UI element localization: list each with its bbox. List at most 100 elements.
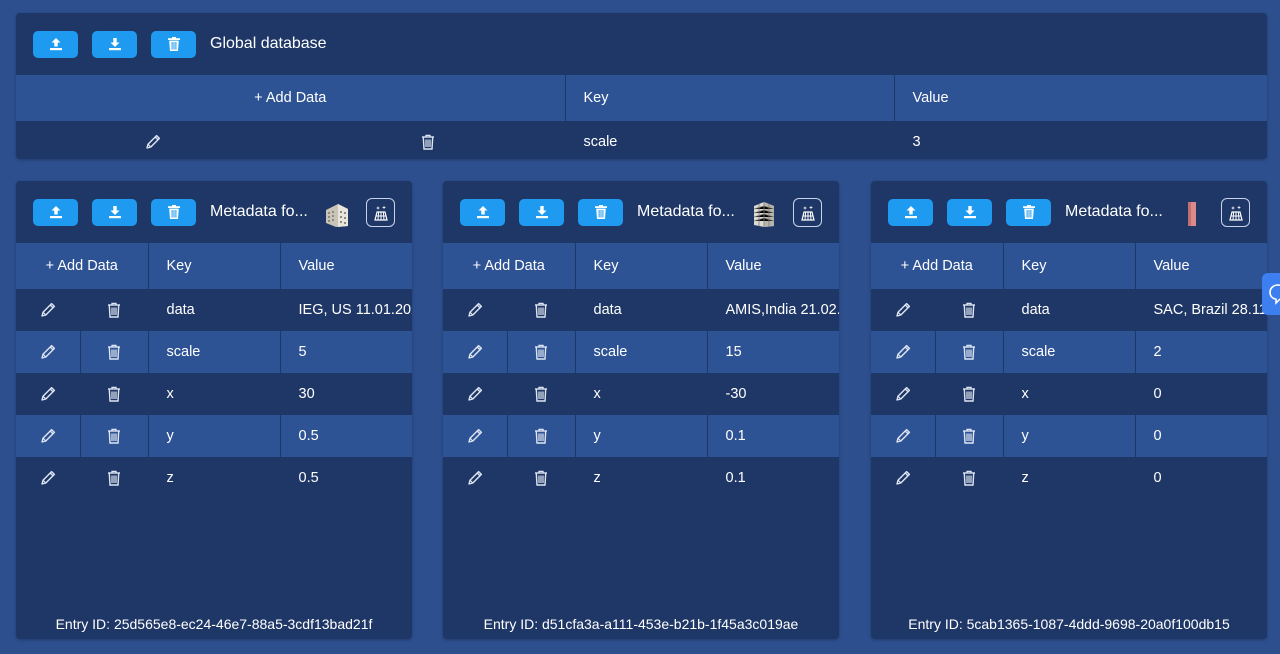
- trash-icon: [532, 301, 550, 319]
- edit-row-button[interactable]: [871, 331, 936, 373]
- edit-row-button[interactable]: [871, 373, 936, 415]
- edit-row-button[interactable]: [16, 331, 81, 373]
- delete-row-button[interactable]: [507, 415, 576, 457]
- table-row: x 30: [16, 373, 412, 415]
- edit-row-button[interactable]: [443, 289, 508, 331]
- pencil-icon: [894, 469, 912, 487]
- delete-all-button[interactable]: [1006, 198, 1051, 226]
- upload-button[interactable]: [888, 198, 933, 226]
- row-key: scale: [148, 331, 281, 373]
- download-icon: [107, 36, 123, 52]
- key-column-header: Key: [575, 243, 708, 289]
- metadata-table: + Add Data Key Value data IEG, US 11.01.…: [16, 243, 412, 499]
- delete-row-button[interactable]: [935, 373, 1004, 415]
- ar-view-button[interactable]: [1221, 198, 1250, 227]
- trash-icon: [593, 204, 609, 220]
- pencil-icon: [466, 343, 484, 361]
- delete-row-button[interactable]: [935, 289, 1004, 331]
- table-row: data IEG, US 11.01.2021: [16, 289, 412, 331]
- column-icon: [1177, 199, 1207, 229]
- row-key: y: [148, 415, 281, 457]
- row-value: 3: [912, 134, 921, 150]
- row-key: z: [1003, 457, 1136, 499]
- pencil-icon: [466, 469, 484, 487]
- ar-view-button[interactable]: [793, 198, 822, 227]
- trash-icon: [532, 385, 550, 403]
- trash-icon: [419, 133, 437, 151]
- trash-icon: [532, 343, 550, 361]
- pencil-icon: [39, 427, 57, 445]
- card-title: Metadata fo...: [210, 203, 308, 220]
- edit-row-button[interactable]: [871, 457, 936, 499]
- edit-row-button[interactable]: [16, 289, 81, 331]
- row-value: AMIS,India 21.02.2021: [725, 302, 840, 318]
- metadata-table: + Add Data Key Value data SAC, Brazil 28…: [871, 243, 1267, 499]
- delete-row-button[interactable]: [507, 289, 576, 331]
- edit-row-button[interactable]: [16, 415, 81, 457]
- value-column-header: Value: [1135, 243, 1267, 289]
- delete-row-button[interactable]: [935, 415, 1004, 457]
- upload-button[interactable]: [33, 198, 78, 226]
- trash-icon: [960, 469, 978, 487]
- delete-row-button[interactable]: [290, 121, 566, 159]
- row-value: 0.1: [725, 470, 746, 486]
- row-key: x: [148, 373, 281, 415]
- trash-icon: [105, 301, 123, 319]
- table-row: y 0.1: [443, 415, 839, 457]
- edit-row-button[interactable]: [16, 121, 291, 159]
- add-data-button[interactable]: + Add Data: [16, 75, 566, 121]
- edit-row-button[interactable]: [871, 289, 936, 331]
- tower-building-icon: [749, 199, 779, 229]
- row-key: z: [148, 457, 281, 499]
- upload-button[interactable]: [460, 198, 505, 226]
- edit-row-button[interactable]: [443, 415, 508, 457]
- download-button[interactable]: [92, 30, 137, 58]
- chat-side-tab[interactable]: [1262, 273, 1280, 315]
- delete-row-button[interactable]: [80, 289, 149, 331]
- key-column-header: Key: [565, 75, 895, 121]
- row-value: 0: [1153, 386, 1162, 402]
- edit-row-button[interactable]: [443, 373, 508, 415]
- delete-all-button[interactable]: [151, 198, 196, 226]
- card-header: Metadata fo...: [16, 181, 412, 243]
- table-row: z 0.5: [16, 457, 412, 499]
- upload-button[interactable]: [33, 30, 78, 58]
- delete-row-button[interactable]: [935, 457, 1004, 499]
- pencil-icon: [39, 301, 57, 319]
- row-key: y: [1003, 415, 1136, 457]
- table-row: y 0: [871, 415, 1267, 457]
- delete-row-button[interactable]: [80, 331, 149, 373]
- ar-view-button[interactable]: [366, 198, 395, 227]
- download-button[interactable]: [92, 198, 137, 226]
- add-data-button[interactable]: + Add Data: [871, 243, 1004, 289]
- edit-row-button[interactable]: [871, 415, 936, 457]
- upload-icon: [475, 204, 491, 220]
- row-value: 0.5: [298, 470, 319, 486]
- delete-row-button[interactable]: [935, 331, 1004, 373]
- delete-row-button[interactable]: [507, 457, 576, 499]
- delete-row-button[interactable]: [80, 373, 149, 415]
- download-button[interactable]: [519, 198, 564, 226]
- add-data-button[interactable]: + Add Data: [443, 243, 576, 289]
- global-panel-header: Global database: [16, 13, 1267, 75]
- row-value: 0.5: [280, 415, 412, 457]
- delete-row-button[interactable]: [80, 457, 149, 499]
- pencil-icon: [144, 133, 162, 151]
- download-button[interactable]: [947, 198, 992, 226]
- trash-icon: [532, 469, 550, 487]
- delete-all-button[interactable]: [578, 198, 623, 226]
- add-data-button[interactable]: + Add Data: [16, 243, 149, 289]
- edit-row-button[interactable]: [443, 457, 508, 499]
- row-value: SAC, Brazil 28.11.2021: [1153, 302, 1268, 318]
- delete-row-button[interactable]: [80, 415, 149, 457]
- delete-row-button[interactable]: [507, 373, 576, 415]
- delete-all-button[interactable]: [151, 30, 196, 58]
- download-icon: [107, 204, 123, 220]
- edit-row-button[interactable]: [16, 373, 81, 415]
- pencil-icon: [39, 343, 57, 361]
- row-value: -30: [725, 386, 747, 402]
- delete-row-button[interactable]: [507, 331, 576, 373]
- pencil-icon: [894, 427, 912, 445]
- edit-row-button[interactable]: [443, 331, 508, 373]
- edit-row-button[interactable]: [16, 457, 81, 499]
